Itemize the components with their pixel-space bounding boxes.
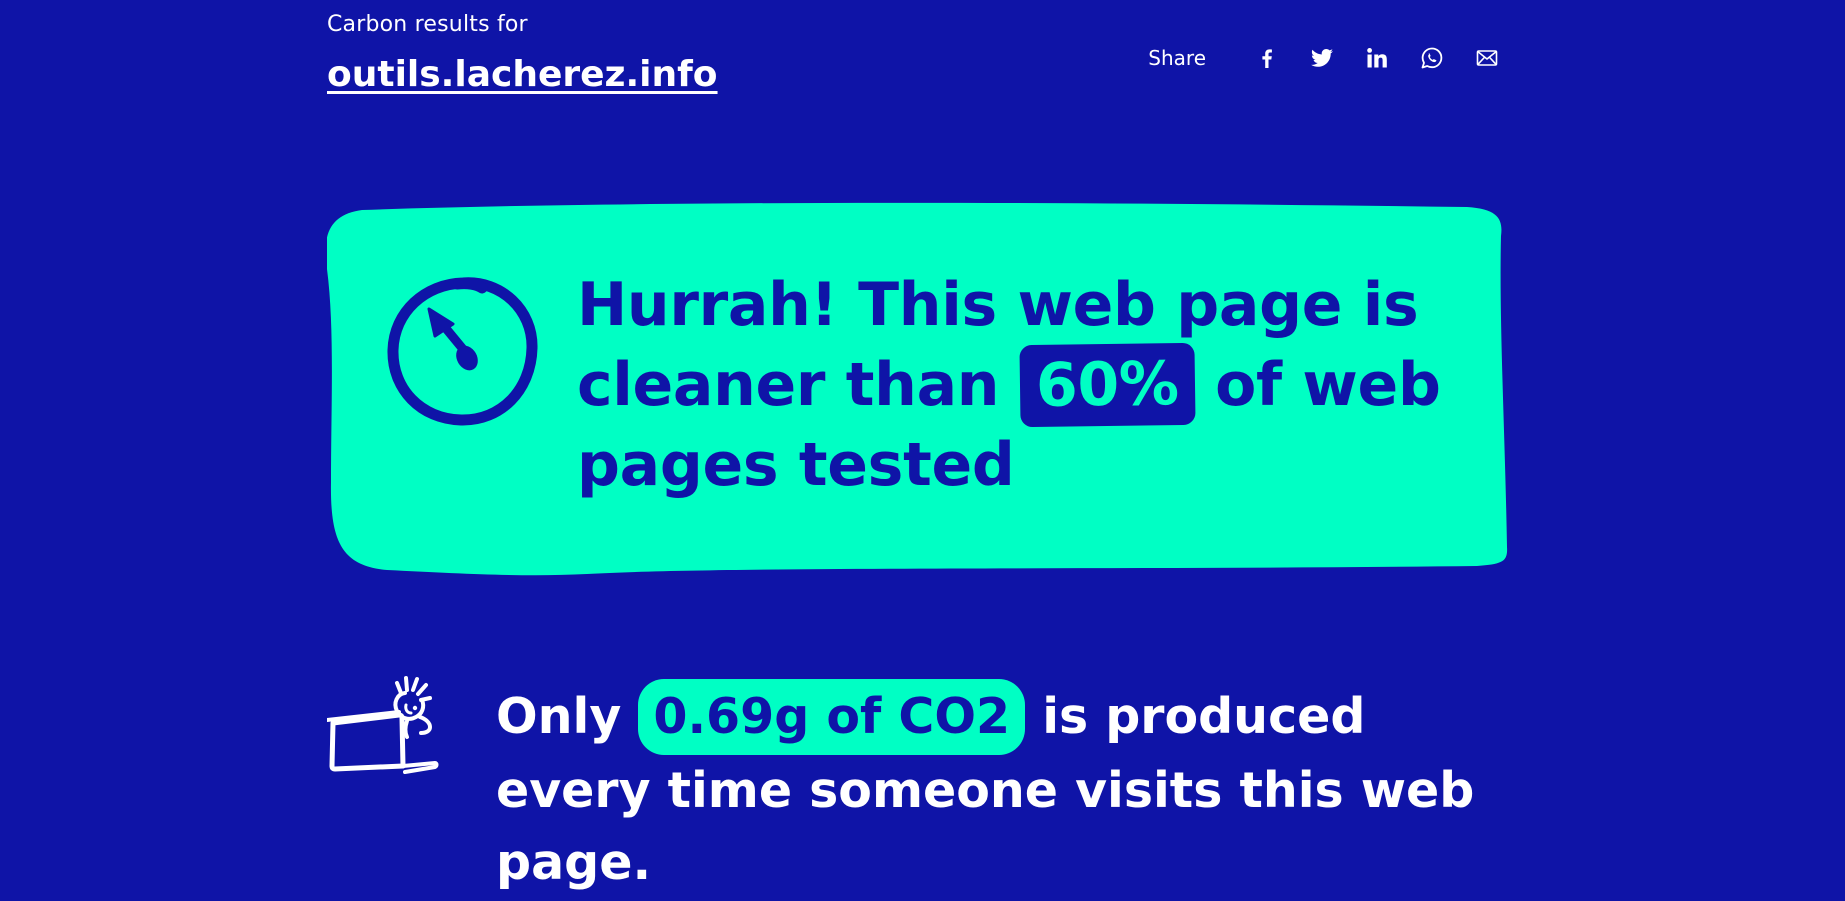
hero-card: Hurrah! This web page is cleaner than 60… bbox=[327, 202, 1509, 577]
person-with-laptop-icon bbox=[327, 676, 439, 774]
share-facebook-button[interactable] bbox=[1251, 42, 1283, 74]
share-label: Share bbox=[1148, 46, 1206, 70]
share-email-button[interactable] bbox=[1471, 42, 1503, 74]
hero-message: Hurrah! This web page is cleaner than 60… bbox=[577, 266, 1457, 504]
share-twitter-button[interactable] bbox=[1306, 42, 1338, 74]
co2-message: Only 0.69g of CO2 is produced every time… bbox=[496, 679, 1496, 899]
share-bar: Share bbox=[1148, 42, 1503, 74]
share-linkedin-button[interactable] bbox=[1361, 42, 1393, 74]
cleaner-percent-badge: 60% bbox=[1019, 342, 1196, 428]
stopwatch-icon bbox=[387, 277, 538, 426]
co2-text-before: Only bbox=[496, 688, 622, 745]
email-icon bbox=[1476, 50, 1498, 66]
facebook-icon bbox=[1262, 49, 1272, 68]
header: Carbon results for outils.lacherez.info … bbox=[327, 10, 1503, 100]
site-url-link[interactable]: outils.lacherez.info bbox=[327, 54, 718, 95]
co2-section: Only 0.69g of CO2 is produced every time… bbox=[327, 675, 1527, 891]
page: Carbon results for outils.lacherez.info … bbox=[0, 0, 1845, 901]
share-whatsapp-button[interactable] bbox=[1416, 42, 1448, 74]
co2-amount-badge: 0.69g of CO2 bbox=[638, 679, 1026, 755]
twitter-icon bbox=[1311, 49, 1333, 67]
linkedin-icon bbox=[1367, 48, 1387, 68]
results-for-label: Carbon results for bbox=[327, 12, 528, 37]
whatsapp-icon bbox=[1421, 47, 1443, 69]
